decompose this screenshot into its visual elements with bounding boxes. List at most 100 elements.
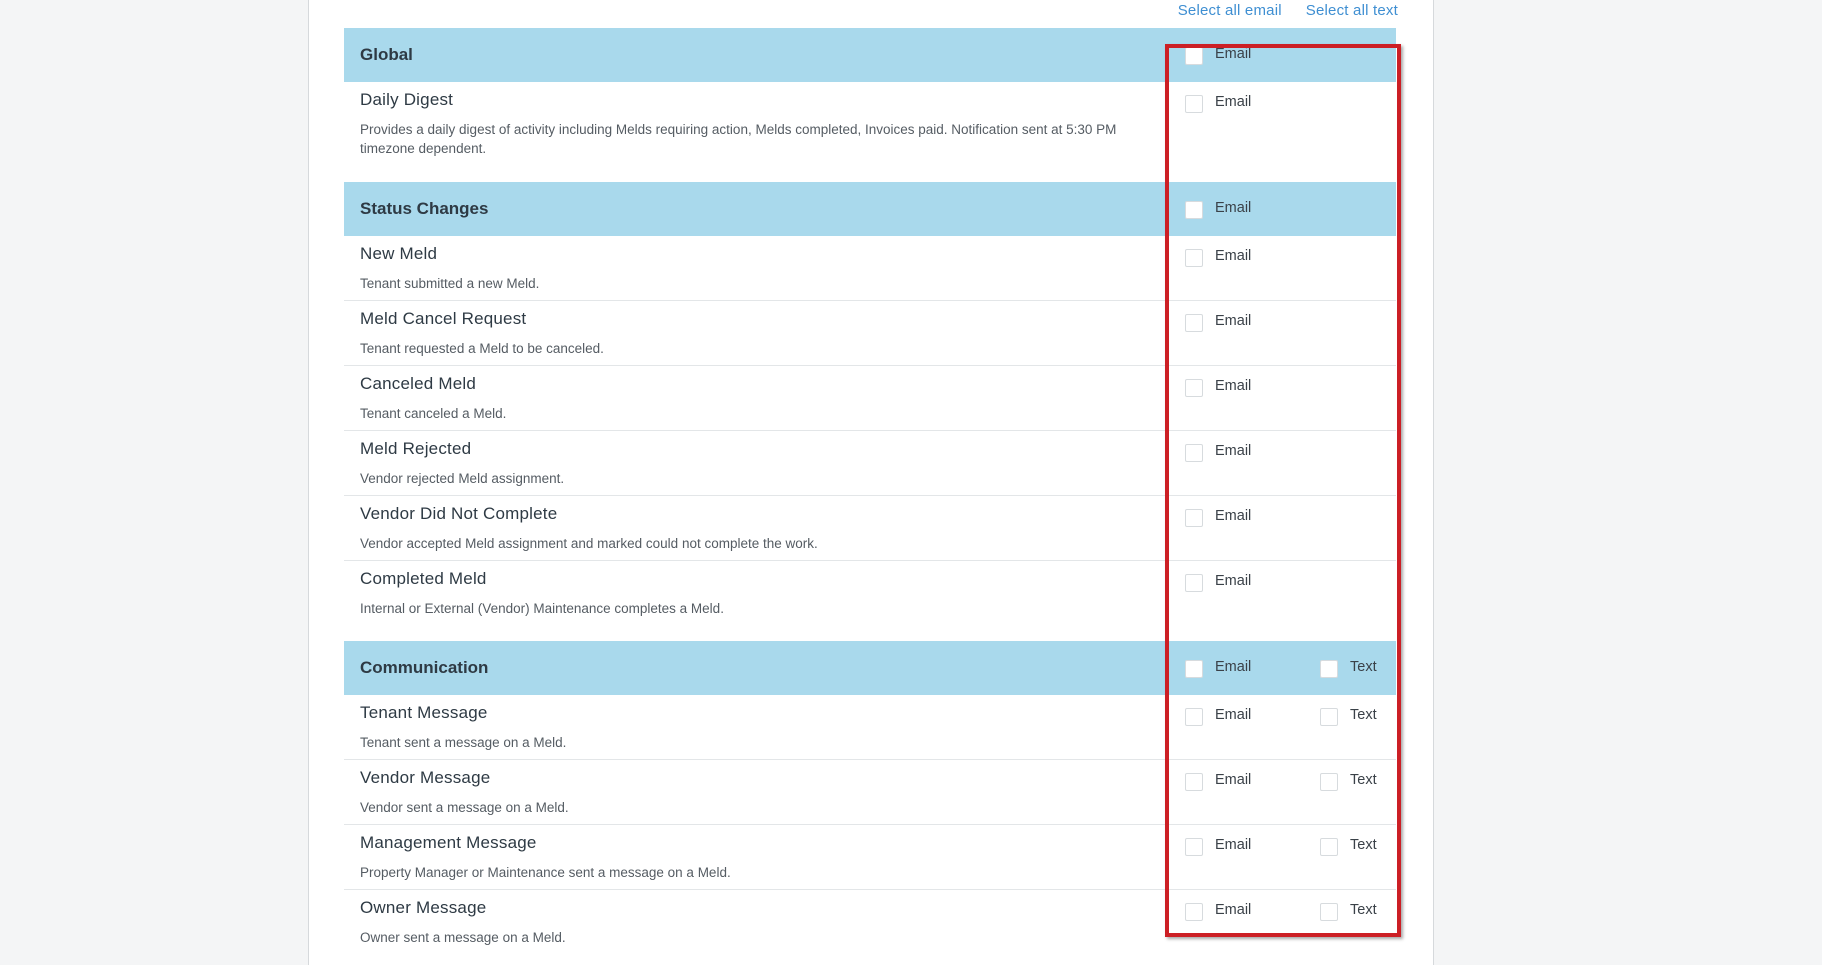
tenant-message-email-toggle[interactable]: Email — [1185, 706, 1251, 726]
notification-list: Global Email Daily Digest Provides a dai… — [344, 28, 1396, 954]
email-checkbox[interactable] — [1185, 708, 1203, 726]
email-checkbox[interactable] — [1185, 379, 1203, 397]
meld-cancel-request-email-toggle[interactable]: Email — [1185, 312, 1251, 332]
select-all-text-link[interactable]: Select all text — [1306, 0, 1398, 22]
row-meld-rejected: Meld Rejected Vendor rejected Meld assig… — [344, 431, 1396, 496]
email-label: Email — [1215, 248, 1252, 264]
email-checkbox[interactable] — [1185, 201, 1203, 219]
vendor-did-not-complete-email-toggle[interactable]: Email — [1185, 507, 1251, 527]
row-description: Property Manager or Maintenance sent a m… — [360, 865, 731, 880]
section-header-communication: Communication Email Text — [344, 641, 1396, 695]
select-all-email-link[interactable]: Select all email — [1178, 0, 1282, 22]
email-label: Email — [1215, 902, 1252, 918]
row-management-message: Management Message Property Manager or M… — [344, 825, 1396, 890]
row-description: Tenant submitted a new Meld. — [360, 276, 540, 291]
text-label: Text — [1350, 837, 1377, 853]
row-description: Vendor sent a message on a Meld. — [360, 800, 569, 815]
management-message-email-toggle[interactable]: Email — [1185, 836, 1251, 856]
email-checkbox[interactable] — [1185, 903, 1203, 921]
section-header-global: Global Email — [344, 28, 1396, 82]
canceled-meld-email-toggle[interactable]: Email — [1185, 377, 1251, 397]
row-title: Daily Digest — [360, 90, 454, 109]
email-label: Email — [1215, 443, 1252, 459]
text-label: Text — [1350, 659, 1377, 675]
email-checkbox[interactable] — [1185, 95, 1203, 113]
row-vendor-did-not-complete: Vendor Did Not Complete Vendor accepted … — [344, 496, 1396, 561]
email-checkbox[interactable] — [1185, 314, 1203, 332]
communication-text-toggle[interactable]: Text — [1320, 658, 1377, 678]
new-meld-email-toggle[interactable]: Email — [1185, 247, 1251, 267]
row-completed-meld: Completed Meld Internal or External (Ven… — [344, 561, 1396, 641]
vendor-message-email-toggle[interactable]: Email — [1185, 771, 1251, 791]
row-title: Meld Rejected — [360, 439, 472, 458]
email-label: Email — [1215, 378, 1252, 394]
row-title: Canceled Meld — [360, 374, 476, 393]
row-owner-message: Owner Message Owner sent a message on a … — [344, 890, 1396, 954]
daily-digest-email-toggle[interactable]: Email — [1185, 93, 1251, 113]
row-title: Vendor Message — [360, 768, 491, 787]
global-email-toggle[interactable]: Email — [1185, 45, 1251, 65]
vendor-message-text-toggle[interactable]: Text — [1320, 771, 1377, 791]
email-checkbox[interactable] — [1185, 47, 1203, 65]
row-vendor-message: Vendor Message Vendor sent a message on … — [344, 760, 1396, 825]
email-label: Email — [1215, 94, 1252, 110]
row-title: Meld Cancel Request — [360, 309, 527, 328]
row-title: Owner Message — [360, 898, 487, 917]
email-label: Email — [1215, 707, 1252, 723]
row-tenant-message: Tenant Message Tenant sent a message on … — [344, 695, 1396, 760]
section-header-status-changes: Status Changes Email — [344, 182, 1396, 236]
row-description: Tenant sent a message on a Meld. — [360, 735, 567, 750]
row-description: Owner sent a message on a Meld. — [360, 930, 566, 945]
completed-meld-email-toggle[interactable]: Email — [1185, 572, 1251, 592]
email-label: Email — [1215, 46, 1252, 62]
text-checkbox[interactable] — [1320, 773, 1338, 791]
row-daily-digest: Daily Digest Provides a daily digest of … — [344, 82, 1396, 182]
section-title: Communication — [360, 658, 489, 677]
status-changes-email-toggle[interactable]: Email — [1185, 199, 1251, 219]
row-description: Provides a daily digest of activity incl… — [360, 122, 1117, 156]
email-label: Email — [1215, 573, 1252, 589]
email-label: Email — [1215, 313, 1252, 329]
row-title: Vendor Did Not Complete — [360, 504, 558, 523]
email-checkbox[interactable] — [1185, 660, 1203, 678]
text-label: Text — [1350, 772, 1377, 788]
row-description: Internal or External (Vendor) Maintenanc… — [360, 601, 724, 616]
email-checkbox[interactable] — [1185, 574, 1203, 592]
email-checkbox[interactable] — [1185, 444, 1203, 462]
text-checkbox[interactable] — [1320, 708, 1338, 726]
email-label: Email — [1215, 508, 1252, 524]
email-checkbox[interactable] — [1185, 773, 1203, 791]
email-checkbox[interactable] — [1185, 838, 1203, 856]
management-message-text-toggle[interactable]: Text — [1320, 836, 1377, 856]
row-description: Vendor rejected Meld assignment. — [360, 471, 565, 486]
text-checkbox[interactable] — [1320, 903, 1338, 921]
text-label: Text — [1350, 707, 1377, 723]
tenant-message-text-toggle[interactable]: Text — [1320, 706, 1377, 726]
meld-rejected-email-toggle[interactable]: Email — [1185, 442, 1251, 462]
row-new-meld: New Meld Tenant submitted a new Meld. Em… — [344, 236, 1396, 301]
communication-email-toggle[interactable]: Email — [1185, 658, 1251, 678]
owner-message-email-toggle[interactable]: Email — [1185, 901, 1251, 921]
text-checkbox[interactable] — [1320, 838, 1338, 856]
email-label: Email — [1215, 200, 1252, 216]
row-title: Management Message — [360, 833, 537, 852]
email-label: Email — [1215, 837, 1252, 853]
section-title: Status Changes — [360, 199, 489, 218]
text-checkbox[interactable] — [1320, 660, 1338, 678]
email-label: Email — [1215, 659, 1252, 675]
text-label: Text — [1350, 902, 1377, 918]
email-checkbox[interactable] — [1185, 249, 1203, 267]
row-description: Tenant requested a Meld to be canceled. — [360, 341, 604, 356]
bulk-select-links: Select all email Select all text — [1178, 0, 1398, 22]
row-meld-cancel-request: Meld Cancel Request Tenant requested a M… — [344, 301, 1396, 366]
section-title: Global — [360, 45, 413, 64]
notification-settings-panel: Select all email Select all text Global … — [308, 0, 1434, 965]
row-canceled-meld: Canceled Meld Tenant canceled a Meld. Em… — [344, 366, 1396, 431]
row-title: Tenant Message — [360, 703, 488, 722]
row-title: New Meld — [360, 244, 438, 263]
row-title: Completed Meld — [360, 569, 487, 588]
email-label: Email — [1215, 772, 1252, 788]
owner-message-text-toggle[interactable]: Text — [1320, 901, 1377, 921]
row-description: Tenant canceled a Meld. — [360, 406, 507, 421]
email-checkbox[interactable] — [1185, 509, 1203, 527]
